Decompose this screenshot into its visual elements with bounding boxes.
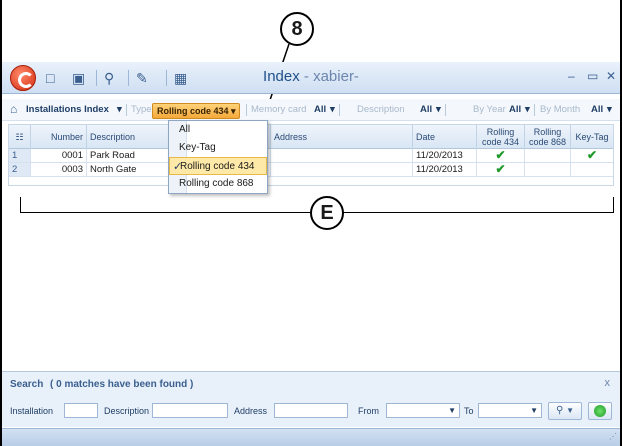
memory-card-filter-label: Memory card	[251, 104, 307, 115]
menu-item-key-tag[interactable]: Key-Tag	[169, 139, 267, 157]
menu-item-rolling-code-434[interactable]: ✓ Rolling code 434	[169, 157, 267, 175]
year-dropdown-arrow[interactable]: ▾	[525, 104, 530, 115]
to-label: To	[464, 406, 474, 416]
description-filter-label: Description	[357, 104, 405, 115]
month-filter[interactable]: All	[591, 104, 603, 115]
check-icon: ✔	[477, 149, 525, 162]
column-header-address[interactable]: Address	[271, 125, 413, 149]
type-filter-dropdown-arrow: ▾	[231, 106, 236, 116]
to-date-picker[interactable]: ▼	[478, 403, 542, 418]
cell-number[interactable]: 0003	[31, 163, 87, 176]
chevron-down-icon[interactable]: ▼	[448, 406, 456, 415]
type-filter-label: Type	[131, 104, 152, 115]
chevron-down-icon: ▼	[566, 406, 575, 415]
description-input[interactable]	[152, 403, 228, 418]
memory-card-filter[interactable]: All	[314, 104, 326, 115]
column-header-rolling-code-868[interactable]: Rolling code 868	[525, 125, 571, 149]
cell-rolling-code-868	[525, 149, 571, 162]
cell-address[interactable]	[271, 149, 413, 162]
check-icon: ✔	[477, 163, 525, 176]
search-options-button[interactable]: ⚲ ▼	[548, 402, 582, 420]
toolbar-divider	[126, 104, 127, 116]
cell-key-tag	[571, 163, 613, 176]
menu-item-label: Rolling code 868	[179, 178, 254, 189]
callout-8: 8	[280, 12, 314, 46]
minimize-icon[interactable]: –	[568, 69, 575, 83]
callout-e: E	[310, 196, 344, 230]
window-title-user: - xabier-	[299, 68, 359, 85]
search-icon: ⚲	[555, 405, 564, 416]
memory-card-dropdown-arrow[interactable]: ▾	[330, 104, 335, 115]
home-icon[interactable]: ⌂	[10, 102, 17, 116]
toolbar-divider	[534, 104, 535, 116]
installation-input[interactable]	[64, 403, 98, 418]
description-filter[interactable]: All	[420, 104, 432, 115]
toolbar-divider	[339, 104, 340, 116]
year-filter[interactable]: All	[509, 104, 521, 115]
maximize-icon[interactable]: ▭	[587, 69, 598, 83]
month-dropdown-arrow[interactable]: ▾	[607, 104, 612, 115]
window-title: Index - xabier-	[2, 68, 620, 85]
table-header: ☷ Number Description Address Date Rollin…	[9, 125, 613, 149]
filter-toolbar: ⌂ Installations Index ▾ Type Memory card…	[2, 99, 620, 121]
menu-item-label: All	[179, 124, 191, 135]
type-filter-value: Rolling code 434	[157, 106, 229, 116]
address-label: Address	[234, 406, 268, 416]
title-bar: □ ▣ ⚲ ✎ ▦ Index - xabier- – ▭ ✕	[2, 62, 620, 94]
chevron-down-icon[interactable]: ▼	[530, 406, 538, 415]
installations-table: ☷ Number Description Address Date Rollin…	[8, 124, 614, 186]
cell-rolling-code-868	[525, 163, 571, 176]
run-search-button[interactable]	[588, 402, 612, 420]
search-panel: Search ( 0 matches have been found ) x I…	[2, 371, 620, 427]
resize-grip-icon[interactable]: ⋰	[609, 432, 617, 441]
row-index[interactable]: 2	[9, 163, 31, 176]
toolbar-divider	[445, 104, 446, 116]
checkmark-icon: ✓	[173, 161, 183, 173]
toolbar-divider	[246, 104, 247, 116]
row-selector-header[interactable]: ☷	[9, 125, 31, 149]
column-header-number[interactable]: Number	[31, 125, 87, 149]
status-bar: ⋰	[2, 428, 620, 446]
description-label: Description	[104, 406, 150, 416]
cell-address[interactable]	[271, 163, 413, 176]
year-filter-label: By Year	[473, 104, 506, 115]
search-match-count: ( 0 matches have been found )	[50, 379, 194, 390]
close-icon[interactable]: ✕	[606, 69, 616, 83]
window-title-main: Index	[263, 68, 300, 85]
type-filter-button[interactable]: Rolling code 434 ▾	[152, 103, 240, 119]
type-dropdown-menu: All Key-Tag ✓ Rolling code 434 Rolling c…	[168, 120, 268, 194]
close-icon[interactable]: x	[605, 377, 611, 389]
cell-date[interactable]: 11/20/2013	[413, 163, 477, 176]
go-icon	[594, 405, 606, 417]
from-label: From	[358, 406, 379, 416]
column-header-key-tag[interactable]: Key-Tag	[571, 125, 613, 149]
menu-item-label: Rolling code 434	[180, 161, 255, 172]
table-row[interactable]: 2 0003 North Gate 11/20/2013 ✔	[9, 163, 613, 177]
column-header-rolling-code-434[interactable]: Rolling code 434	[477, 125, 525, 149]
from-date-picker[interactable]: ▼	[386, 403, 460, 418]
installations-index-menu[interactable]: Installations Index	[26, 104, 109, 115]
column-header-date[interactable]: Date	[413, 125, 477, 149]
menu-item-rolling-code-868[interactable]: Rolling code 868	[169, 175, 267, 193]
check-icon: ✔	[586, 149, 598, 162]
search-panel-title: Search	[10, 379, 44, 390]
address-input[interactable]	[274, 403, 348, 418]
installation-label: Installation	[10, 406, 54, 416]
menu-item-label: Key-Tag	[179, 142, 216, 153]
installations-dropdown-arrow[interactable]: ▾	[117, 104, 122, 115]
month-filter-label: By Month	[540, 104, 581, 115]
row-index[interactable]: 1	[9, 149, 31, 162]
cell-number[interactable]: 0001	[31, 149, 87, 162]
description-dropdown-arrow[interactable]: ▾	[436, 104, 441, 115]
cell-date[interactable]: 11/20/2013	[413, 149, 477, 162]
table-row[interactable]: 1 0001 Park Road 11/20/2013 ✔ ✔	[9, 149, 613, 163]
menu-item-all[interactable]: All	[169, 121, 267, 139]
